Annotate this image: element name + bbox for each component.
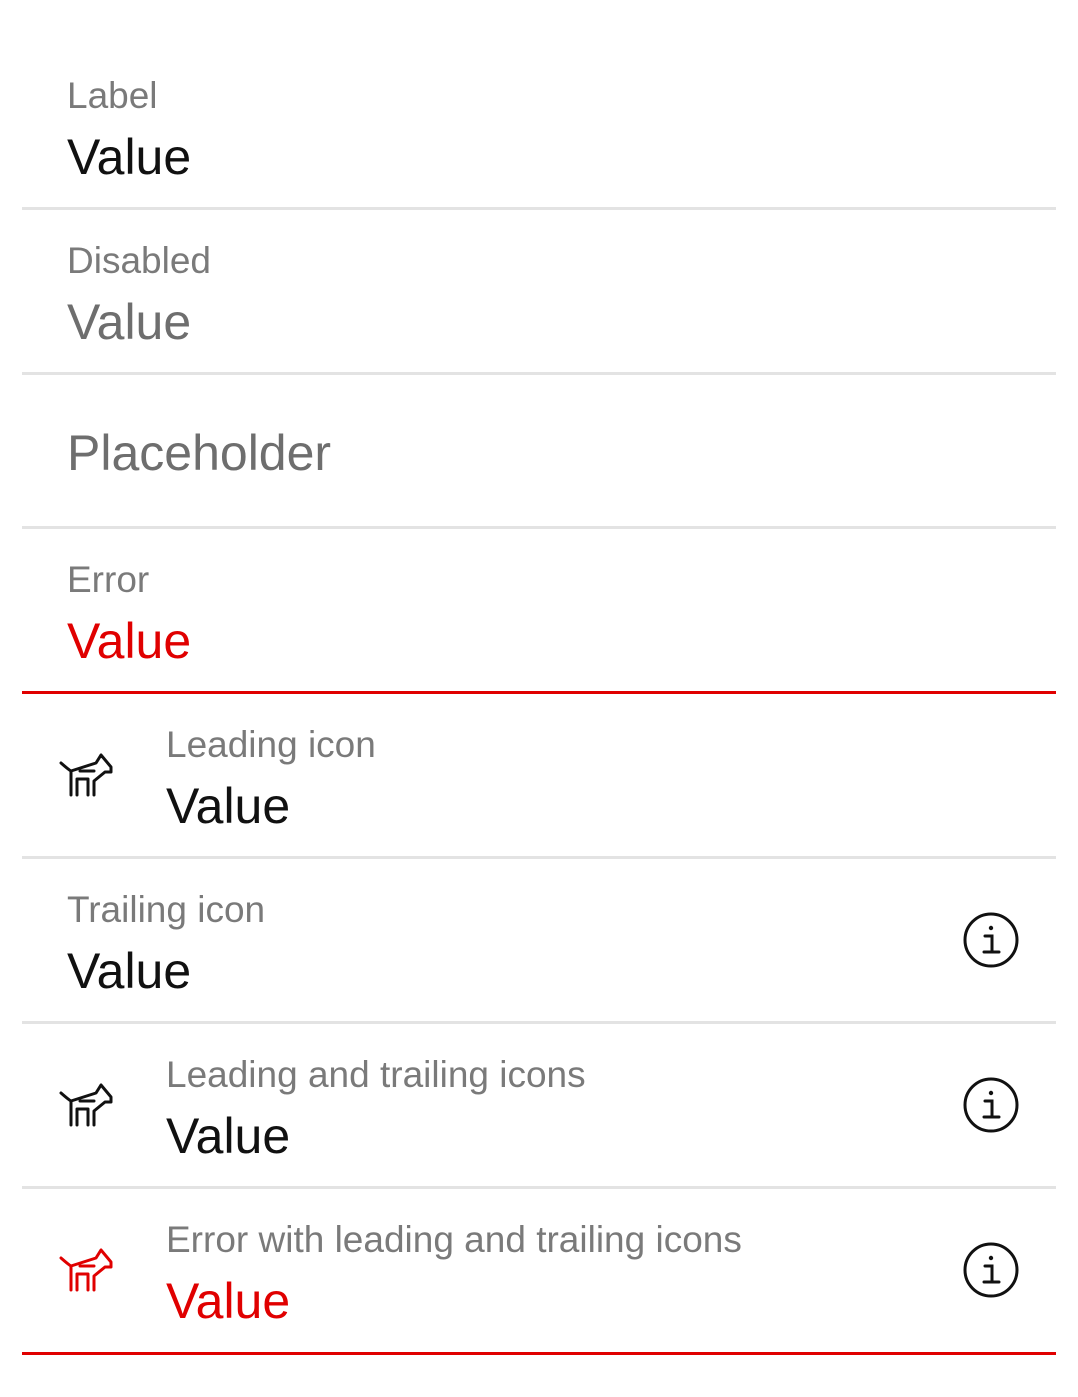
- field-label: Disabled: [67, 240, 211, 281]
- field-value: Value: [67, 129, 192, 185]
- text-field-disabled: Disabled Value: [22, 210, 1056, 375]
- field-value: Value: [166, 1108, 291, 1164]
- field-label: Leading icon: [166, 724, 376, 765]
- text-field-label[interactable]: Label Value: [22, 0, 1056, 210]
- field-value: Value: [67, 943, 192, 999]
- field-label: Trailing icon: [67, 889, 266, 930]
- text-field-error-leading-trailing-icons[interactable]: Error with leading and trailing icons Va…: [22, 1189, 1056, 1355]
- field-value: Value: [67, 294, 192, 350]
- text-field-leading-icon[interactable]: Leading icon Value: [22, 694, 1056, 859]
- text-field-error[interactable]: Error Value: [22, 529, 1056, 694]
- dog-icon: [58, 751, 114, 801]
- field-label: Leading and trailing icons: [166, 1054, 586, 1095]
- field-value: Value: [166, 778, 291, 834]
- field-label: Label: [67, 75, 158, 116]
- info-icon[interactable]: [962, 1241, 1020, 1299]
- text-field-placeholder[interactable]: Placeholder: [22, 375, 1056, 529]
- info-icon[interactable]: [962, 911, 1020, 969]
- field-value: Value: [67, 613, 192, 669]
- info-icon[interactable]: [962, 1076, 1020, 1134]
- field-label: Error: [67, 559, 150, 600]
- field-label: Error with leading and trailing icons: [166, 1219, 742, 1260]
- dog-icon: [58, 1246, 114, 1296]
- text-field-trailing-icon[interactable]: Trailing icon Value: [22, 859, 1056, 1024]
- dog-icon: [58, 1081, 114, 1131]
- field-value: Value: [166, 1273, 291, 1329]
- text-field-leading-trailing-icons[interactable]: Leading and trailing icons Value: [22, 1024, 1056, 1189]
- field-placeholder: Placeholder: [67, 425, 332, 481]
